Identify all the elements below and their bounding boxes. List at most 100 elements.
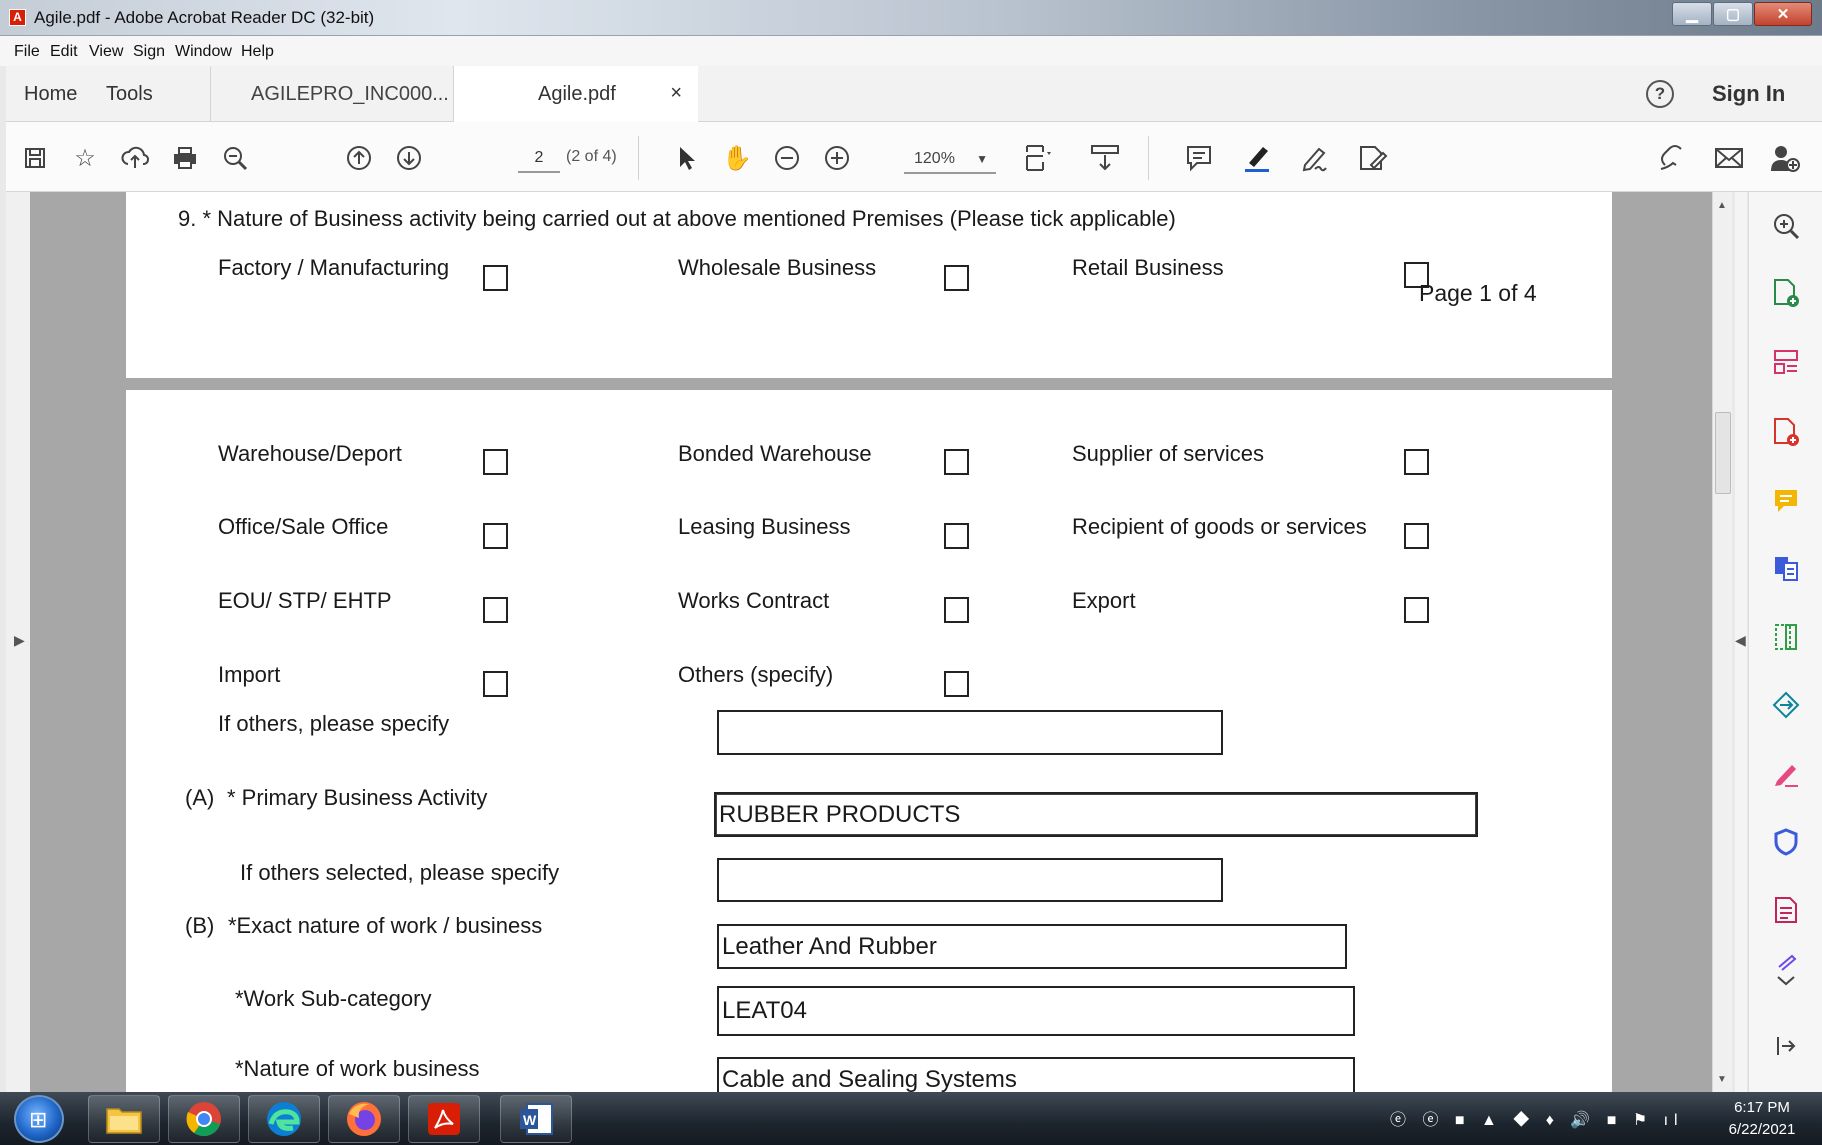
option-label-office: Office/Sale Office xyxy=(218,514,389,539)
create-pdf-icon[interactable] xyxy=(1770,277,1802,309)
if-others-field[interactable] xyxy=(717,710,1223,755)
checkbox-warehouse[interactable] xyxy=(483,449,508,475)
checkbox-wholesale[interactable] xyxy=(944,265,969,291)
scroll-down-icon[interactable]: ▼ xyxy=(1717,1074,1727,1085)
zoom-out-icon[interactable] xyxy=(770,141,804,175)
system-tray[interactable]: ⓔ ⓔ ■ ▲ ◆ ♦ 🔊 ■ ⚑ ıl xyxy=(1390,1106,1684,1130)
title-bar: A Agile.pdf - Adobe Acrobat Reader DC (3… xyxy=(0,0,1822,36)
question-9-label: 9. * Nature of Business activity being c… xyxy=(178,206,1176,231)
page-number-input[interactable]: 2 xyxy=(518,143,560,173)
edit-pdf-icon[interactable] xyxy=(1770,621,1802,653)
combine-files-icon[interactable] xyxy=(1770,553,1802,585)
collapse-pane-icon[interactable] xyxy=(1770,1030,1802,1062)
others-selected-field[interactable] xyxy=(717,858,1223,902)
hand-pan-icon[interactable]: ✋ xyxy=(720,141,754,175)
minimize-button[interactable]: ▁ xyxy=(1672,2,1712,26)
scroll-mode-icon[interactable] xyxy=(1088,141,1122,175)
checkbox-factory[interactable] xyxy=(483,265,508,291)
tab-bar: Home Tools AGILEPRO_INC000... Agile.pdf … xyxy=(6,66,1822,123)
close-tab-icon[interactable]: × xyxy=(670,82,682,105)
word-icon[interactable]: W xyxy=(500,1095,572,1143)
checkbox-others[interactable] xyxy=(944,671,969,697)
option-label-works-contract: Works Contract xyxy=(678,588,830,613)
left-panel-toggle[interactable]: ▶ xyxy=(6,192,30,1092)
protect-shield-icon[interactable] xyxy=(1770,826,1802,858)
more-tools-icon[interactable] xyxy=(1770,954,1802,986)
share-link-icon[interactable] xyxy=(1654,141,1688,175)
send-for-review-icon[interactable] xyxy=(1770,689,1802,721)
windows-start-icon[interactable]: ⊞ xyxy=(14,1095,64,1143)
acrobat-taskbar-icon[interactable] xyxy=(408,1095,480,1143)
zoom-search-icon[interactable] xyxy=(1770,210,1802,242)
menu-edit[interactable]: Edit xyxy=(50,43,78,61)
fill-and-sign-icon[interactable] xyxy=(1770,758,1802,790)
menu-help[interactable]: Help xyxy=(241,43,274,61)
firefox-icon[interactable] xyxy=(328,1095,400,1143)
maximize-button[interactable]: ▢ xyxy=(1713,2,1753,26)
file-explorer-icon[interactable] xyxy=(88,1095,160,1143)
right-panel-toggle[interactable]: ◀ xyxy=(1735,192,1747,1092)
checkbox-supplier-services[interactable] xyxy=(1404,449,1429,475)
zoom-level-dropdown[interactable]: 120% ▼ xyxy=(904,144,996,174)
search-zoom-icon[interactable] xyxy=(218,141,252,175)
collapse-left-icon: ◀ xyxy=(1735,632,1746,648)
comment-icon[interactable] xyxy=(1182,141,1216,175)
option-label-export: Export xyxy=(1072,588,1136,613)
checkbox-works-contract[interactable] xyxy=(944,597,969,623)
taskbar-clock[interactable]: 6:17 PM 6/22/2021 xyxy=(1712,1097,1812,1141)
scroll-up-icon[interactable]: ▲ xyxy=(1717,200,1727,211)
close-window-button[interactable]: ✕ xyxy=(1754,2,1812,26)
others-selected-label: If others selected, please specify xyxy=(240,860,560,885)
comment-tool-icon[interactable] xyxy=(1770,485,1802,517)
sign-in-button[interactable]: Sign In xyxy=(1712,81,1785,107)
bookmark-star-icon[interactable]: ☆ xyxy=(68,141,102,175)
tab-tools[interactable]: Tools xyxy=(106,66,153,122)
vertical-scrollbar[interactable]: ▲ ▼ xyxy=(1712,192,1732,1092)
menu-view[interactable]: View xyxy=(89,43,123,61)
option-label-retail: Retail Business xyxy=(1072,255,1224,280)
tab-document-agile[interactable]: Agile.pdf × xyxy=(454,66,698,123)
fill-form-icon[interactable] xyxy=(1770,894,1802,926)
checkbox-bonded-warehouse[interactable] xyxy=(944,449,969,475)
checkbox-recipient[interactable] xyxy=(1404,523,1429,549)
tab-home[interactable]: Home xyxy=(24,66,77,122)
tab-document-agilepro[interactable]: AGILEPRO_INC000... xyxy=(210,66,454,122)
page-footer: Page 1 of 4 xyxy=(1419,280,1537,306)
menu-window[interactable]: Window xyxy=(175,43,232,61)
option-label-recipient: Recipient of goods or services xyxy=(1072,514,1367,539)
select-cursor-icon[interactable] xyxy=(670,141,704,175)
upload-cloud-icon[interactable] xyxy=(118,141,152,175)
work-subcategory-field[interactable]: LEAT04 xyxy=(717,986,1355,1036)
save-icon[interactable] xyxy=(18,141,52,175)
print-icon[interactable] xyxy=(168,141,202,175)
highlight-pen-icon[interactable] xyxy=(1240,141,1274,175)
export-pdf-icon[interactable] xyxy=(1770,416,1802,448)
add-user-icon[interactable] xyxy=(1768,141,1802,175)
fill-sign-icon[interactable] xyxy=(1356,141,1390,175)
sign-icon[interactable] xyxy=(1298,141,1332,175)
edge-icon[interactable] xyxy=(248,1095,320,1143)
checkbox-eou[interactable] xyxy=(483,597,508,623)
zoom-in-icon[interactable] xyxy=(820,141,854,175)
checkbox-import[interactable] xyxy=(483,671,508,697)
menu-sign[interactable]: Sign xyxy=(133,43,165,61)
menu-file[interactable]: File xyxy=(14,43,40,61)
fit-page-icon[interactable] xyxy=(1022,141,1056,175)
windows-taskbar: ⊞ W ⓔ ⓔ ■ ▲ ◆ ♦ 🔊 ■ ⚑ ıl 6:17 PM 6/22/20… xyxy=(0,1092,1822,1145)
primary-activity-label: * Primary Business Activity xyxy=(227,785,488,810)
help-icon[interactable]: ? xyxy=(1646,80,1674,108)
tab-document-agilepro-label: AGILEPRO_INC000... xyxy=(251,82,449,105)
checkbox-leasing[interactable] xyxy=(944,523,969,549)
section-b-prefix: (B) xyxy=(185,913,215,938)
checkbox-office[interactable] xyxy=(483,523,508,549)
page-up-icon[interactable] xyxy=(342,141,376,175)
primary-activity-field[interactable]: RUBBER PRODUCTS xyxy=(714,792,1478,837)
scrollbar-thumb[interactable] xyxy=(1715,412,1731,494)
email-icon[interactable] xyxy=(1712,141,1746,175)
pdf-page-1: 9. * Nature of Business activity being c… xyxy=(126,192,1612,378)
chrome-icon[interactable] xyxy=(168,1095,240,1143)
exact-nature-field[interactable]: Leather And Rubber xyxy=(717,924,1347,969)
checkbox-export[interactable] xyxy=(1404,597,1429,623)
page-down-icon[interactable] xyxy=(392,141,426,175)
organize-pages-icon[interactable] xyxy=(1770,346,1802,378)
